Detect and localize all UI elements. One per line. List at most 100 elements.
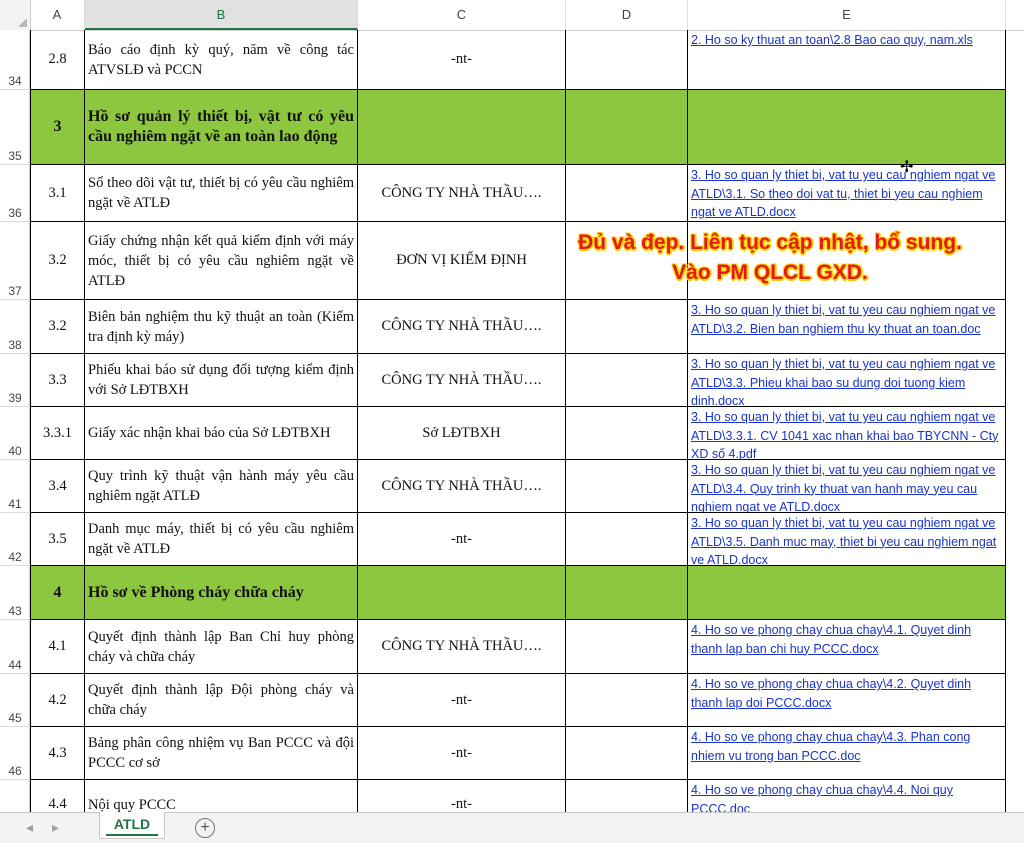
cell-c[interactable] xyxy=(358,566,566,620)
cell-c[interactable]: -nt- xyxy=(358,780,566,812)
cell-e[interactable]: 3. Ho so quan ly thiet bi, vat tu yeu ca… xyxy=(688,300,1006,354)
cell-a[interactable]: 3.1 xyxy=(30,165,85,222)
file-hyperlink[interactable]: 3. Ho so quan ly thiet bi, vat tu yeu ca… xyxy=(691,355,1003,406)
cell-a[interactable]: 3.3 xyxy=(30,354,85,407)
cell-b[interactable]: Giấy chứng nhận kết quả kiểm định với má… xyxy=(85,222,358,300)
cell-b[interactable]: Hồ sơ về Phòng cháy chữa cháy xyxy=(85,566,358,620)
cell-a[interactable]: 4.2 xyxy=(30,674,85,727)
cell-a[interactable]: 4.3 xyxy=(30,727,85,780)
cell-e[interactable]: 2. Ho so ky thuat an toan\2.8 Bao cao qu… xyxy=(688,30,1006,90)
file-hyperlink[interactable]: 4. Ho so ve phong chay chua chay\4.2. Qu… xyxy=(691,675,1003,712)
scroll-tabs-left-icon[interactable]: ◂ xyxy=(26,819,33,836)
cell-a[interactable]: 3.2 xyxy=(30,222,85,300)
cell-d[interactable] xyxy=(566,165,688,222)
cell-c[interactable]: ĐƠN VỊ KIỂM ĐỊNH xyxy=(358,222,566,300)
cell-b[interactable]: Phiếu khai báo sử dụng đối tượng kiểm đị… xyxy=(85,354,358,407)
cell-d[interactable] xyxy=(566,780,688,812)
cell-e[interactable]: 3. Ho so quan ly thiet bi, vat tu yeu ca… xyxy=(688,513,1006,566)
cell-c[interactable]: CÔNG TY NHÀ THẦU…. xyxy=(358,300,566,354)
file-hyperlink[interactable]: 3. Ho so quan ly thiet bi, vat tu yeu ca… xyxy=(691,301,1003,338)
select-all-corner[interactable] xyxy=(0,0,31,30)
cell-c[interactable]: -nt- xyxy=(358,727,566,780)
row-header[interactable]: 44 xyxy=(0,620,30,674)
file-hyperlink[interactable]: 4. Ho so ve phong chay chua chay\4.4. No… xyxy=(691,781,1003,812)
cell-d[interactable] xyxy=(566,300,688,354)
row-header[interactable]: 46 xyxy=(0,727,30,780)
row-header[interactable]: 34 xyxy=(0,30,30,90)
cell-d[interactable] xyxy=(566,407,688,460)
cell-c[interactable]: -nt- xyxy=(358,513,566,566)
column-header-b[interactable]: B xyxy=(85,0,358,30)
cell-d[interactable] xyxy=(566,674,688,727)
cell-b[interactable]: Giấy xác nhận khai báo của Sở LĐTBXH xyxy=(85,407,358,460)
scroll-tabs-right-icon[interactable]: ▸ xyxy=(52,819,59,836)
column-header-d[interactable]: D xyxy=(566,0,688,30)
cell-a[interactable]: 3.4 xyxy=(30,460,85,513)
cell-a[interactable]: 4.4 xyxy=(30,780,85,812)
cell-e[interactable] xyxy=(688,566,1006,620)
cell-e[interactable]: 3. Ho so quan ly thiet bi, vat tu yeu ca… xyxy=(688,165,1006,222)
cell-a[interactable]: 4 xyxy=(30,566,85,620)
file-hyperlink[interactable]: 3. Ho so quan ly thiet bi, vat tu yeu ca… xyxy=(691,461,1003,512)
cell-d[interactable] xyxy=(566,90,688,165)
cell-b[interactable]: Quy trình kỹ thuật vận hành máy yêu cầu … xyxy=(85,460,358,513)
row-header[interactable]: 41 xyxy=(0,460,30,513)
cell-b[interactable]: Nội quy PCCC xyxy=(85,780,358,812)
cell-c[interactable]: CÔNG TY NHÀ THẦU…. xyxy=(358,165,566,222)
cell-b[interactable]: Danh mục máy, thiết bị có yêu cầu nghiêm… xyxy=(85,513,358,566)
cell-e[interactable]: 4. Ho so ve phong chay chua chay\4.2. Qu… xyxy=(688,674,1006,727)
row-header[interactable]: 43 xyxy=(0,566,30,620)
cell-d[interactable] xyxy=(566,460,688,513)
cell-c[interactable]: Sở LĐTBXH xyxy=(358,407,566,460)
cell-a[interactable]: 2.8 xyxy=(30,30,85,90)
cell-c[interactable]: CÔNG TY NHÀ THẦU…. xyxy=(358,354,566,407)
column-header-a[interactable]: A xyxy=(30,0,85,30)
cell-c[interactable]: -nt- xyxy=(358,30,566,90)
cell-d[interactable] xyxy=(566,620,688,674)
column-header-e[interactable]: E xyxy=(688,0,1006,30)
cell-c[interactable]: CÔNG TY NHÀ THẦU…. xyxy=(358,460,566,513)
cell-d[interactable] xyxy=(566,30,688,90)
file-hyperlink[interactable]: 4. Ho so ve phong chay chua chay\4.1. Qu… xyxy=(691,621,1003,658)
cell-b[interactable]: Hồ sơ quản lý thiết bị, vật tư có yêu cầ… xyxy=(85,90,358,165)
file-hyperlink[interactable]: 3. Ho so quan ly thiet bi, vat tu yeu ca… xyxy=(691,408,1003,459)
cell-b[interactable]: Biên bản nghiệm thu kỹ thuật an toàn (Ki… xyxy=(85,300,358,354)
row-header[interactable]: 45 xyxy=(0,674,30,727)
cell-b[interactable]: Bảng phân công nhiệm vụ Ban PCCC và đội … xyxy=(85,727,358,780)
row-header[interactable]: 47 xyxy=(0,780,30,812)
row-header[interactable]: 35 xyxy=(0,90,30,165)
cell-e[interactable]: 4. Ho so ve phong chay chua chay\4.4. No… xyxy=(688,780,1006,812)
spreadsheet-grid[interactable]: A B C D E 34 2.8 Báo cáo định kỳ quý, năm … xyxy=(0,0,1024,812)
cell-b[interactable]: Quyết định thành lập Ban Chỉ huy phòng c… xyxy=(85,620,358,674)
cell-a[interactable]: 3 xyxy=(30,90,85,165)
cell-a[interactable]: 3.3.1 xyxy=(30,407,85,460)
cell-c[interactable]: CÔNG TY NHÀ THẦU…. xyxy=(358,620,566,674)
file-hyperlink[interactable]: 3. Ho so quan ly thiet bi, vat tu yeu ca… xyxy=(691,166,1003,221)
file-hyperlink[interactable]: 4. Ho so ve phong chay chua chay\4.3. Ph… xyxy=(691,728,1003,765)
file-hyperlink[interactable]: 3. Ho so quan ly thiet bi, vat tu yeu ca… xyxy=(691,514,1003,565)
cell-a[interactable]: 4.1 xyxy=(30,620,85,674)
cell-b[interactable]: Quyết định thành lập Đội phòng cháy và c… xyxy=(85,674,358,727)
cell-a[interactable]: 3.5 xyxy=(30,513,85,566)
column-header-c[interactable]: C xyxy=(358,0,566,30)
file-hyperlink[interactable]: 2. Ho so ky thuat an toan\2.8 Bao cao qu… xyxy=(691,31,973,50)
row-header[interactable]: 37 xyxy=(0,222,30,300)
row-header[interactable]: 40 xyxy=(0,407,30,460)
cell-e[interactable]: 3. Ho so quan ly thiet bi, vat tu yeu ca… xyxy=(688,407,1006,460)
cell-e[interactable]: 3. Ho so quan ly thiet bi, vat tu yeu ca… xyxy=(688,460,1006,513)
cell-c[interactable] xyxy=(358,90,566,165)
row-header[interactable]: 39 xyxy=(0,354,30,407)
cell-a[interactable]: 3.2 xyxy=(30,300,85,354)
cell-e[interactable] xyxy=(688,90,1006,165)
cell-d[interactable] xyxy=(566,727,688,780)
cell-e[interactable]: 4. Ho so ve phong chay chua chay\4.3. Ph… xyxy=(688,727,1006,780)
cell-e[interactable]: 4. Ho so ve phong chay chua chay\4.1. Qu… xyxy=(688,620,1006,674)
cell-b[interactable]: Sổ theo dõi vật tư, thiết bị có yêu cầu … xyxy=(85,165,358,222)
cell-b[interactable]: Báo cáo định kỳ quý, năm về công tác ATV… xyxy=(85,30,358,90)
row-header[interactable]: 36 xyxy=(0,165,30,222)
sheet-tab-atld[interactable]: ATLD xyxy=(99,812,165,839)
add-sheet-icon[interactable]: + xyxy=(195,818,215,838)
cell-d[interactable] xyxy=(566,513,688,566)
row-header[interactable]: 42 xyxy=(0,513,30,566)
cell-e[interactable]: 3. Ho so quan ly thiet bi, vat tu yeu ca… xyxy=(688,354,1006,407)
